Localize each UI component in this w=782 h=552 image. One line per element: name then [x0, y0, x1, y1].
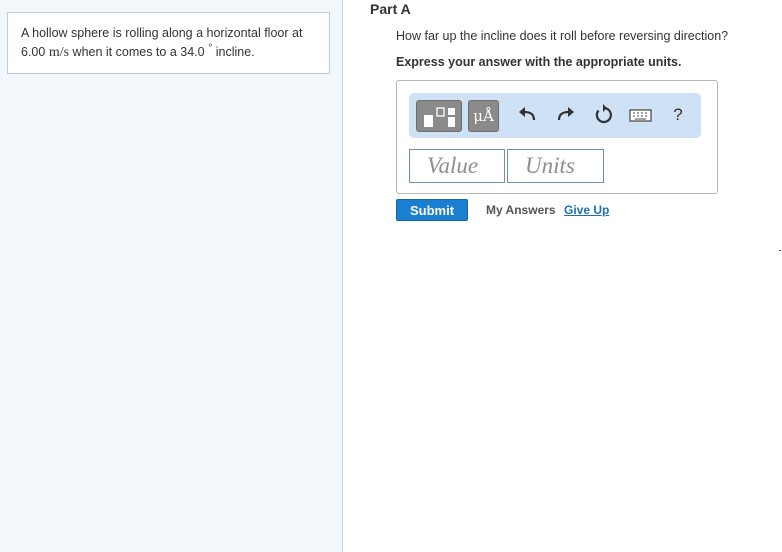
problem-text-before: A hollow sphere is rolling along a horiz…: [21, 26, 303, 40]
submit-button[interactable]: Submit: [396, 199, 468, 221]
keyboard-icon[interactable]: [627, 101, 655, 129]
speed-unit: m/s: [48, 45, 70, 61]
problem-text-after: incline.: [215, 45, 255, 60]
templates-button[interactable]: [416, 100, 462, 132]
value-input[interactable]: Value: [409, 149, 505, 183]
undo-icon[interactable]: [514, 101, 542, 129]
help-label: ?: [673, 105, 683, 124]
question-text: How far up the incline does it roll befo…: [396, 29, 729, 43]
speed-value: 6.00: [21, 45, 46, 60]
degree-symbol: °: [208, 43, 213, 54]
give-up-link[interactable]: Give Up: [564, 203, 609, 217]
help-icon[interactable]: ?: [664, 101, 692, 129]
edge-mark: [779, 250, 781, 251]
problem-text-middle: when it comes to a: [72, 45, 177, 60]
redo-icon[interactable]: [551, 101, 579, 129]
units-input[interactable]: Units: [507, 149, 604, 183]
problem-pane: A hollow sphere is rolling along a horiz…: [0, 0, 343, 552]
angle-value: 34.0: [180, 45, 205, 60]
reset-icon[interactable]: [590, 101, 618, 129]
instruction-text: Express your answer with the appropriate…: [396, 55, 682, 69]
units-button[interactable]: μÅ: [468, 100, 499, 132]
units-button-label: μÅ: [473, 107, 494, 125]
answer-box: μÅ ? Value Units: [396, 80, 718, 194]
problem-statement: A hollow sphere is rolling along a horiz…: [7, 12, 330, 74]
answer-toolbar: μÅ ?: [409, 93, 701, 138]
my-answers-link[interactable]: My Answers: [486, 203, 556, 217]
templates-icon: [424, 107, 455, 127]
part-title: Part A: [370, 1, 411, 17]
